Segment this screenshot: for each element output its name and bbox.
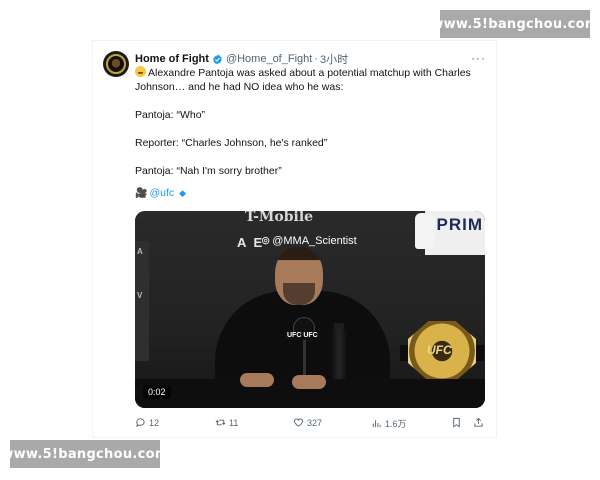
tweet-text: Alexandre Pantoja was asked about a pote… [135, 66, 490, 178]
mention-ufc-link[interactable]: @ufc [149, 187, 174, 199]
left-banner-letter-1: A [137, 247, 143, 256]
championship-belt: UFC [400, 319, 484, 383]
prime-bottle-icon [415, 213, 435, 249]
video-duration: 0:02 [143, 385, 171, 399]
reply-icon [135, 418, 145, 428]
avatar[interactable] [103, 51, 129, 77]
reply-button[interactable]: 12 [135, 417, 159, 428]
views-chart-icon [372, 420, 381, 428]
share-button[interactable] [473, 417, 484, 428]
video-camera-icon: 🎥 [135, 187, 148, 199]
like-count: 327 [307, 417, 323, 428]
tweet-text-line-1: Alexandre Pantoja was asked about a pote… [135, 66, 490, 94]
video-watermark-text: @MMA_Scientist [272, 234, 357, 247]
left-banner-letter-2: V [137, 291, 143, 300]
heart-icon [293, 418, 304, 427]
retweet-count: 11 [229, 417, 239, 428]
prime-text: PRIM [436, 215, 483, 234]
reply-count: 12 [149, 417, 160, 428]
tweet-text-line-3: Reporter: “Charles Johnson, he's ranked” [135, 137, 328, 149]
tweet-card[interactable]: Home of Fight @Home_of_Fight · 3小时 ··· A… [92, 40, 497, 438]
bookmark-button[interactable] [451, 417, 462, 428]
bookmark-icon [453, 417, 460, 428]
video-player[interactable]: T-Mobile A E PRIM A V UFC UFC UFC ⊚ @MMA… [135, 211, 485, 408]
handle[interactable]: @Home_of_Fight [226, 53, 312, 65]
speaker-hand-right [292, 375, 326, 389]
tweet-header: Home of Fight @Home_of_Fight · 3小时 [135, 51, 348, 67]
display-name[interactable]: Home of Fight [135, 53, 209, 65]
diamond-icon: ◆ [179, 187, 187, 198]
avatar-logo-icon [106, 54, 126, 74]
tweet-text-line-4: Pantoja: “Nah I'm sorry brother” [135, 165, 282, 177]
separator-dot: · [314, 53, 318, 65]
action-bar: 12 11 327 1.6万 [135, 417, 485, 431]
watermark-top: www.5!bangchou.com [431, 10, 598, 38]
like-button[interactable]: 327 [293, 417, 322, 428]
timestamp[interactable]: 3小时 [320, 51, 348, 67]
video-watermark: ⊚ @MMA_Scientist [261, 234, 357, 248]
tweet-text-line-2: Pantoja: “Who” [135, 109, 206, 121]
water-bottle [331, 329, 347, 383]
share-icon [474, 417, 483, 427]
views-count: 1.6万 [385, 419, 407, 429]
microphone-label: UFC UFC [285, 331, 320, 340]
microphone-stand [303, 333, 306, 381]
grinning-sweat-emoji-icon [135, 66, 146, 77]
belt-text: UFC [427, 343, 452, 357]
verified-badge-icon [213, 54, 222, 64]
left-banner: A V [135, 241, 149, 361]
tweet-text-line-1-content: Alexandre Pantoja was asked about a pote… [135, 67, 471, 93]
mention-line: 🎥 @ufc ◆ [135, 187, 186, 199]
views-button[interactable]: 1.6万 [371, 417, 407, 430]
watermark-bottom: www.5!bangchou.com [1, 440, 168, 468]
speaker-hand-left [240, 373, 274, 387]
sponsor-tmobile-text: T-Mobile [245, 211, 314, 225]
more-options-icon[interactable]: ··· [471, 51, 486, 65]
retweet-button[interactable]: 11 [215, 417, 238, 428]
watermark-icon: ⊚ [261, 235, 271, 247]
retweet-icon [215, 419, 226, 426]
